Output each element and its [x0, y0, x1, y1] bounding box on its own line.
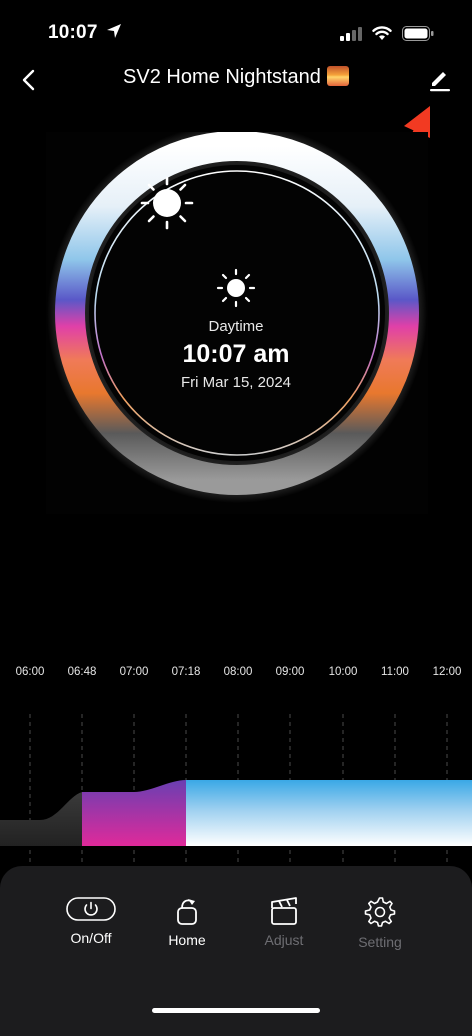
- tick-label: 12:00: [432, 666, 462, 678]
- current-time: 10:07 am: [182, 340, 290, 368]
- lamp-home-icon: [177, 899, 197, 925]
- tick-label: 11:00: [381, 666, 409, 678]
- tick-label: 08:00: [223, 666, 253, 678]
- pencil-icon: [430, 72, 450, 92]
- home-indicator: [152, 1008, 320, 1013]
- power-toggle-icon: [66, 897, 116, 921]
- wifi-icon: [372, 26, 392, 40]
- tick-label: 07:18: [171, 666, 201, 678]
- daytime-sun-icon: [216, 268, 256, 308]
- schedule-timeline[interactable]: [0, 700, 472, 866]
- adjust-label: Adjust: [264, 932, 304, 948]
- onoff-tab[interactable]: On/Off: [51, 896, 131, 946]
- tick-label: 06:00: [15, 666, 45, 678]
- tick-label: 09:00: [275, 666, 305, 678]
- status-time: 10:07: [48, 22, 122, 44]
- location-arrow-icon: [107, 24, 122, 38]
- home-label: Home: [168, 932, 206, 948]
- status-time-text: 10:07: [48, 22, 98, 43]
- tick-label: 07:00: [119, 666, 149, 678]
- timeline-tick-labels: 06:00 06:48 07:00 07:18 08:00 09:00 10:0…: [0, 666, 472, 682]
- battery-icon: [402, 26, 434, 41]
- adjust-tab[interactable]: Adjust: [244, 896, 324, 948]
- period-label: Daytime: [208, 318, 264, 335]
- current-date: Fri Mar 15, 2024: [180, 374, 292, 391]
- tick-label: 10:00: [328, 666, 358, 678]
- page-title-text: SV2 Home Nightstand: [123, 66, 321, 88]
- clapperboard-icon: [271, 897, 297, 925]
- setting-label: Setting: [358, 934, 402, 950]
- setting-tab[interactable]: Setting: [340, 896, 420, 950]
- onoff-label: On/Off: [70, 930, 112, 946]
- cellular-signal-icon: [340, 26, 362, 41]
- home-tab[interactable]: Home: [147, 896, 227, 948]
- day-segment: [186, 780, 472, 846]
- page-title: SV2 Home Nightstand: [0, 66, 472, 89]
- sunrise-emoji-icon: [326, 66, 349, 86]
- status-icons: [340, 26, 434, 41]
- night-segment: [0, 792, 82, 846]
- edit-button[interactable]: [422, 64, 458, 96]
- tick-label: 06:48: [67, 666, 97, 678]
- gear-icon: [364, 897, 396, 927]
